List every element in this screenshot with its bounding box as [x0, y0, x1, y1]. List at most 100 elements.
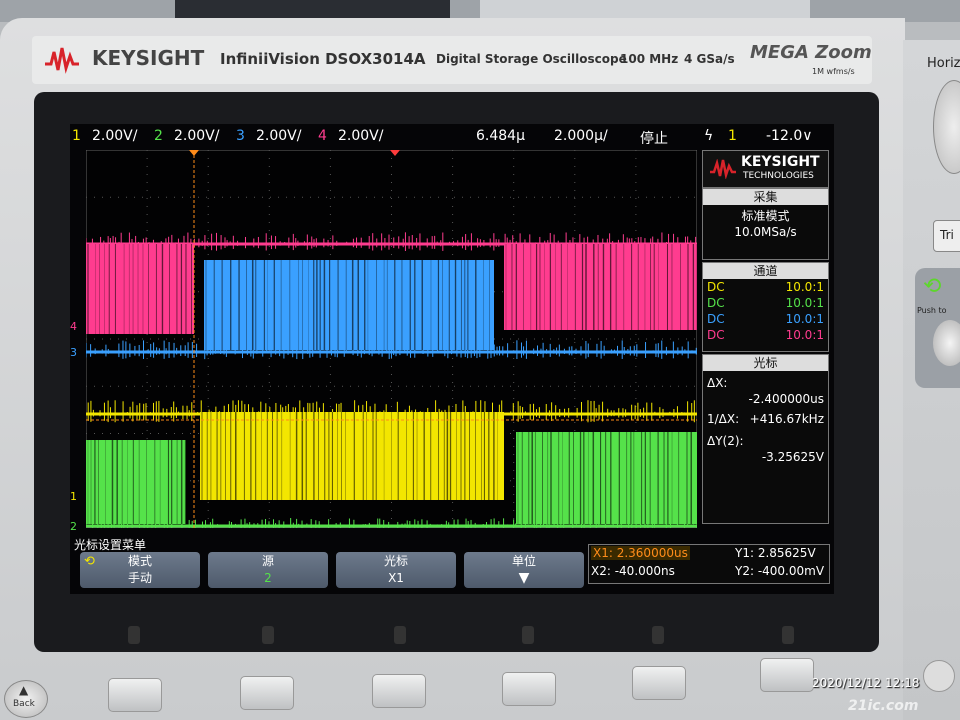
background-device-2: [480, 0, 810, 18]
acquisition-title: 采集: [703, 189, 828, 205]
ch2-burst-left: [86, 440, 187, 524]
units-softkey[interactable]: 单位 ▼: [464, 552, 584, 588]
timebase-readout: 2.000µ/: [554, 128, 608, 144]
mode-softkey[interactable]: ⟲ 模式 手动: [80, 552, 200, 588]
channel-2-probe: 10.0:1: [785, 296, 824, 310]
cursors-title: 光标: [703, 355, 828, 371]
ch3-burst: [204, 260, 494, 350]
push-to-label: Push to: [917, 306, 947, 315]
softkey-tab-2: [262, 626, 274, 644]
brand-name: KEYSIGHT: [92, 46, 205, 70]
trigger-label: Tri: [940, 228, 954, 242]
channel-2-coupling: DC: [707, 296, 725, 310]
channels-box[interactable]: 通道 DC 10.0:1 DC 10.0:1 DC 10.0:1 DC 10.0…: [702, 262, 829, 352]
softkey-tab-4: [522, 626, 534, 644]
softkey-tab-3: [394, 626, 406, 644]
hardware-softkey-2[interactable]: [240, 676, 294, 710]
delta-y-label: ΔY(2):: [707, 434, 744, 448]
cursors-box[interactable]: 光标 ΔX: -2.400000us 1/ΔX: +416.67kHz ΔY(2…: [702, 354, 829, 524]
cursor-softkey[interactable]: 光标 X1: [336, 552, 456, 588]
cursor-y2-readout: Y2: -400.00mV: [735, 564, 825, 578]
cursor-softkey-label: 光标: [383, 554, 408, 568]
softkey-tab-5: [652, 626, 664, 644]
megazoom-sub: 1M wfms/s: [812, 67, 855, 76]
channel-4-row: DC 10.0:1: [703, 327, 828, 343]
horiz-label: Horiz: [927, 56, 960, 71]
channel-4-coupling: DC: [707, 328, 725, 342]
delta-x-label: ΔX:: [707, 376, 728, 390]
ch2-ground-marker: 2: [70, 520, 77, 533]
navigate-knob[interactable]: [933, 320, 960, 366]
channel-1-coupling: DC: [707, 280, 725, 294]
delay-readout: 6.484µ: [476, 128, 525, 144]
channel-1-row: DC 10.0:1: [703, 279, 828, 295]
ch3-scale: 2.00V/: [256, 128, 302, 144]
mode-softkey-label: 模式: [127, 554, 152, 568]
ch2-number: 2: [154, 128, 163, 144]
delta-x-value: -2.400000us: [748, 392, 824, 406]
ch4-burst-right: [504, 244, 697, 330]
bandwidth-label: 100 MHz: [620, 52, 679, 66]
hardware-softkey-5[interactable]: [632, 666, 686, 700]
ch1-number: 1: [72, 128, 81, 144]
ch1-burst: [200, 412, 504, 500]
hardware-softkey-4[interactable]: [502, 672, 556, 706]
cursor-readout: X1: 2.360000us X2: -40.000ns Y1: 2.85625…: [588, 544, 830, 584]
softkey-menu-title: 光标设置菜单: [74, 538, 147, 552]
channels-title: 通道: [703, 263, 828, 279]
refresh-icon: ⟲: [923, 274, 942, 299]
down-arrow-icon: ▼: [518, 570, 530, 586]
ch1-scale: 2.00V/: [92, 128, 138, 144]
back-button[interactable]: ▲ Back: [4, 680, 48, 718]
ch4-scale: 2.00V/: [338, 128, 384, 144]
trigger-level: -12.0∨: [766, 128, 813, 144]
hardware-softkey-1[interactable]: [108, 678, 162, 712]
channel-3-coupling: DC: [707, 312, 725, 326]
scope-description: Digital Storage Oscilloscope: [436, 52, 627, 66]
megazoom-logo: MEGA Zoom: [750, 42, 872, 63]
background-device: [175, 0, 450, 18]
horizontal-knob[interactable]: [933, 80, 960, 174]
scope-screen: 1 2.00V/ 2 2.00V/ 3 2.00V/ 4 2.00V/ 6.48…: [70, 124, 834, 594]
ch3-number: 3: [236, 128, 245, 144]
acquisition-rate: 10.0MSa/s: [734, 225, 797, 239]
cursor-y1-readout: Y1: 2.85625V: [735, 546, 816, 560]
keysight-wave-icon: [45, 47, 79, 74]
sidebar-logo-text: KEYSIGHT: [741, 154, 820, 170]
cursor-x1-readout: X1: 2.360000us: [591, 546, 690, 560]
trigger-button[interactable]: Tri: [933, 220, 960, 252]
navigate-panel: ⟲ Push to: [915, 268, 960, 388]
softkey-tab-6: [782, 626, 794, 644]
acquisition-mode: 标准模式: [741, 209, 790, 223]
right-knob-lower[interactable]: [923, 660, 955, 692]
source-softkey-label: 源: [261, 554, 274, 568]
hardware-softkey-6[interactable]: [760, 658, 814, 692]
trigger-edge-icon: ϟ: [704, 128, 714, 144]
photo-timestamp: 2020/12/12 12:18: [812, 676, 920, 690]
header-strip: KEYSIGHT InfiniiVision DSOX3014A Digital…: [32, 36, 872, 84]
trigger-channel: 1: [728, 128, 737, 144]
ch2-scale: 2.00V/: [174, 128, 220, 144]
acquisition-box[interactable]: 采集 标准模式 10.0MSa/s: [702, 188, 829, 260]
run-state: 停止: [640, 131, 668, 147]
mode-softkey-value: 手动: [127, 571, 152, 585]
back-arrow-icon: ▲: [19, 683, 29, 697]
waveform-display[interactable]: [86, 150, 697, 528]
right-control-panel: Horiz Tri ⟲ Push to: [903, 40, 960, 720]
units-softkey-label: 单位: [511, 554, 536, 568]
softkey-tab-1: [128, 626, 140, 644]
source-softkey[interactable]: 源 2: [208, 552, 328, 588]
sample-rate-label: 4 GSa/s: [684, 52, 735, 66]
source-softkey-value: 2: [264, 571, 272, 585]
channel-3-row: DC 10.0:1: [703, 311, 828, 327]
ch4-burst-left: [86, 244, 194, 334]
cursor-x2-readout: X2: -40.000ns: [591, 564, 675, 578]
ch2-burst-right: [516, 432, 697, 524]
watermark: 21ic.com: [848, 698, 919, 714]
cursor-softkey-value: X1: [388, 571, 404, 585]
ch4-number: 4: [318, 128, 327, 144]
channel-3-probe: 10.0:1: [785, 312, 824, 326]
ch3-ground-marker: 3: [70, 346, 77, 359]
hardware-softkey-3[interactable]: [372, 674, 426, 708]
channel-4-probe: 10.0:1: [785, 328, 824, 342]
